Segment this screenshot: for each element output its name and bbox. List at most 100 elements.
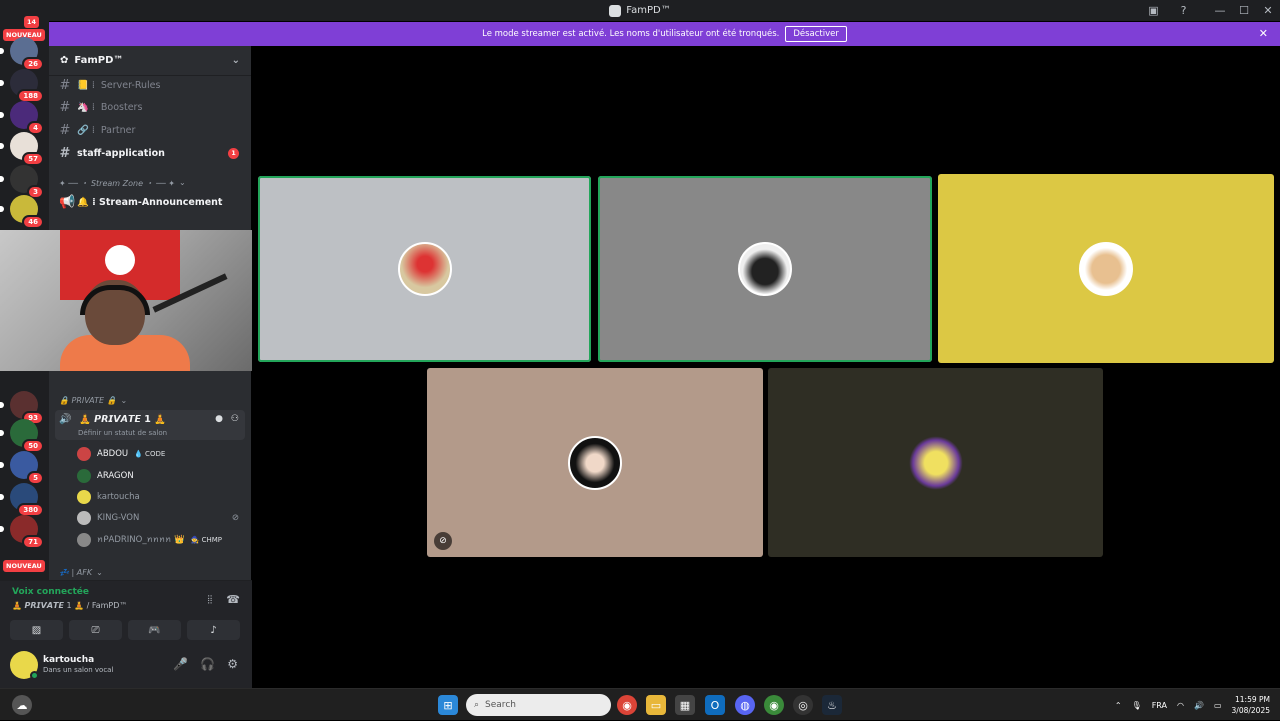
voice-connected-channel[interactable]: 🧘 𝙋𝙍𝙄𝙑𝘼𝙏𝙀 1 🧘 / FamPD™ xyxy=(12,601,127,610)
server-icon[interactable]: 46 xyxy=(0,195,44,229)
channel-stream-announcement[interactable]: 📢 🔔 ⁞ Stream-Announcement xyxy=(55,192,245,212)
language-indicator[interactable]: FRA xyxy=(1152,701,1167,710)
voice-member[interactable]: KING-VON ⊘ xyxy=(77,508,239,528)
voice-channel-private-1[interactable]: 🔊 🧘 𝙋𝙍𝙄𝙑𝘼𝙏𝙀 1 🧘 Définir un statut de sal… xyxy=(55,410,245,440)
server-icon[interactable]: 26 xyxy=(0,37,44,71)
microphone-tray-icon[interactable]: 🎙 xyxy=(1132,701,1142,710)
avatar xyxy=(77,490,91,504)
unread-badge: 1 xyxy=(228,147,239,159)
window-titlebar: FamPD™ ▣ ? — ☐ ✕ xyxy=(0,0,1280,21)
headphones-icon[interactable]: 🎧 xyxy=(200,657,215,671)
voice-connected-status[interactable]: Voix connectée xyxy=(12,587,89,597)
banner-close-icon[interactable]: ✕ xyxy=(1259,27,1268,40)
avatar[interactable] xyxy=(10,651,39,680)
avatar xyxy=(77,469,91,483)
category-private[interactable]: 🔒 PRIVATE 🔒 ⌄ xyxy=(59,396,127,405)
user-panel: kartoucha Dans un salon vocal 🎤 🎧 ⚙ xyxy=(0,644,252,688)
voice-member[interactable]: ꪀᑭADRINO_ꪀꪀꪀꪀ 👑 🧙 CHMP xyxy=(77,530,222,550)
channel-partner[interactable]: # 🔗 ⁞ Partner xyxy=(55,120,245,140)
avatar xyxy=(397,242,452,296)
category-stream-zone[interactable]: ✦ ── ・ Stream Zone ・ ── ✦ ⌄ xyxy=(59,178,186,189)
steam-icon[interactable]: ♨ xyxy=(822,695,842,715)
inbox-icon[interactable]: ▣ xyxy=(1147,4,1160,17)
server-icon[interactable]: 57 xyxy=(0,132,44,166)
server-icon[interactable]: 4 xyxy=(0,101,44,135)
voice-member[interactable]: kartoucha xyxy=(77,487,140,507)
hash-icon: # xyxy=(59,77,71,93)
battery-icon[interactable]: ▭ xyxy=(1214,701,1222,710)
microphone-icon[interactable]: 🎤 xyxy=(173,657,188,671)
avatar xyxy=(1079,241,1133,296)
clock[interactable]: 11:59 PM 3/08/2025 xyxy=(1232,694,1270,716)
discord-icon[interactable]: ◍ xyxy=(735,695,755,715)
server-icon[interactable]: 5 xyxy=(0,451,44,485)
voice-member[interactable]: ABDOU 💧 CODE xyxy=(77,444,165,464)
deactivate-button[interactable]: Désactiver xyxy=(785,26,847,42)
server-icon[interactable]: 93 xyxy=(0,391,44,425)
channel-name: staff-application xyxy=(77,147,165,159)
wifi-icon[interactable]: ◠ xyxy=(1177,701,1184,710)
minimize-icon[interactable]: — xyxy=(1208,4,1232,17)
online-status-dot xyxy=(30,671,39,680)
voice-channel-name: 🧘 𝙋𝙍𝙄𝙑𝘼𝙏𝙀 1 🧘 xyxy=(79,414,167,425)
chrome-profile-icon[interactable]: ◉ xyxy=(764,695,784,715)
participant-tile[interactable] xyxy=(768,368,1103,557)
help-icon[interactable]: ? xyxy=(1177,4,1190,17)
chevron-down-icon: ⌄ xyxy=(120,396,128,405)
member-name: ABDOU xyxy=(97,449,129,459)
channel-staff-application[interactable]: # staff-application 1 xyxy=(55,143,245,163)
server-icon[interactable]: 3 xyxy=(0,165,44,199)
channel-prefix: 📒 ⁞ xyxy=(77,79,95,91)
channel-boosters[interactable]: # 🦄 ⁞ Boosters xyxy=(55,97,245,117)
close-window-icon[interactable]: ✕ xyxy=(1256,4,1280,17)
server-icon[interactable]: 71 xyxy=(0,515,44,549)
category-label: 🔒 PRIVATE 🔒 xyxy=(59,396,117,405)
file-explorer-icon[interactable]: ▭ xyxy=(646,695,666,715)
participant-tile[interactable] xyxy=(938,174,1274,363)
avatar xyxy=(77,511,91,525)
window-controls: — ☐ ✕ xyxy=(1208,0,1280,21)
server-badge: 5 xyxy=(27,471,44,485)
channel-server-rules[interactable]: # 📒 ⁞ Server-Rules xyxy=(55,75,245,95)
category-afk[interactable]: 💤 | AFK ⌄ xyxy=(59,568,103,577)
activity-button[interactable]: 🎮 xyxy=(128,620,181,640)
server-icon[interactable]: 50 xyxy=(0,419,44,453)
chrome-icon[interactable]: ◉ xyxy=(617,695,637,715)
disconnect-icon[interactable]: ☎ xyxy=(226,593,240,607)
voice-connection-panel: Voix connectée 🧘 𝙋𝙍𝙄𝙑𝘼𝙏𝙀 1 🧘 / FamPD™ ⦙⦙… xyxy=(0,580,252,644)
channel-name: Server-Rules xyxy=(100,79,161,91)
soundboard-button[interactable]: ♪ xyxy=(187,620,240,640)
hash-icon: # xyxy=(59,99,71,115)
settings-gear-icon[interactable]: ⚙ xyxy=(227,657,238,671)
windows-start-icon[interactable]: ⊞ xyxy=(438,695,458,715)
clock-date: 3/08/2025 xyxy=(1231,706,1270,715)
member-name: kartoucha xyxy=(97,492,140,502)
participant-tile[interactable] xyxy=(598,176,932,362)
chevron-up-icon[interactable]: ⌃ xyxy=(1115,701,1122,710)
weather-icon[interactable]: ☁ xyxy=(12,695,32,715)
noise-suppression-icon[interactable]: ⦙⦙ xyxy=(207,593,212,607)
add-member-icon[interactable]: ⚇ xyxy=(231,414,239,424)
avatar xyxy=(77,533,91,547)
participant-tile[interactable]: ⊘ xyxy=(427,368,763,557)
maximize-icon[interactable]: ☐ xyxy=(1232,4,1256,17)
share-screen-button[interactable]: ⎚ xyxy=(69,620,122,640)
chevron-down-icon: ⌄ xyxy=(178,178,186,187)
guild-header[interactable]: ✿ FamPD™ ⌄ xyxy=(49,46,251,76)
search-input[interactable]: ⌕ Search xyxy=(466,694,611,716)
channel-prefix: 🔗 ⁞ xyxy=(77,124,95,136)
server-icon[interactable]: 188 xyxy=(0,69,44,103)
clock-time: 11:59 PM xyxy=(1235,695,1270,704)
banner-message: Le mode streamer est activé. Les noms d'… xyxy=(482,29,780,39)
camera-off-button[interactable]: ▨ xyxy=(10,620,63,640)
server-icon[interactable]: 380 xyxy=(0,483,44,517)
participant-tile[interactable] xyxy=(258,176,591,362)
member-name: KING-VON xyxy=(97,513,140,523)
voice-channel-status[interactable]: Définir un statut de salon xyxy=(78,429,167,437)
obs-icon[interactable]: ◎ xyxy=(793,695,813,715)
outlook-icon[interactable]: O xyxy=(705,695,725,715)
volume-icon[interactable]: 🔊 xyxy=(1194,701,1204,710)
chat-icon[interactable]: ● xyxy=(215,414,223,424)
store-icon[interactable]: ▦ xyxy=(675,695,695,715)
voice-member[interactable]: ARAGON xyxy=(77,466,134,486)
